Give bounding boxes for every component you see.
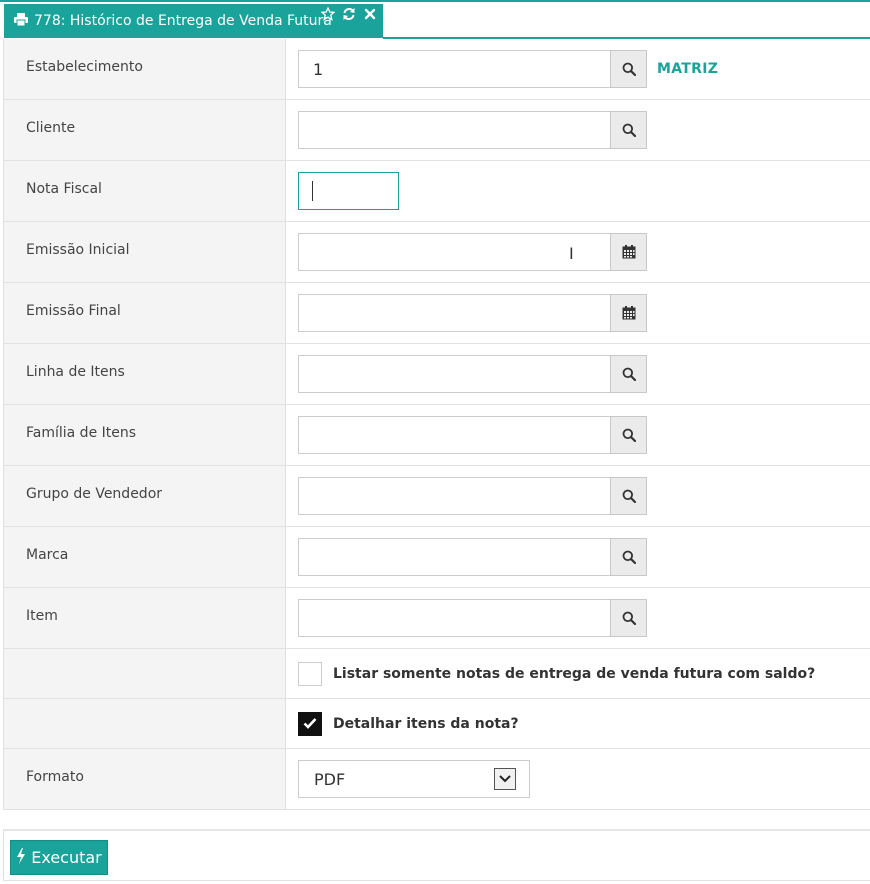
detalhar-itens-checkbox[interactable] (298, 711, 322, 736)
search-button[interactable] (610, 111, 647, 149)
row-estabelecimento: Estabelecimento 1 MATRIZ (3, 39, 870, 100)
row-linha-itens: Linha de Itens (3, 344, 870, 405)
row-detalhar-itens: Detalhar itens da nota? (3, 699, 870, 749)
grupo-vendedor-input[interactable] (298, 477, 610, 515)
top-accent-line (0, 0, 870, 2)
estabelecimento-name: MATRIZ (657, 61, 719, 77)
search-icon (622, 367, 636, 381)
printer-icon[interactable] (14, 12, 28, 30)
nota-fiscal-input[interactable] (298, 172, 399, 210)
search-icon (622, 123, 636, 137)
field-label: Linha de Itens (3, 344, 286, 404)
cliente-input[interactable] (298, 111, 610, 149)
row-emissao-inicial: Emissão Inicial I (3, 222, 870, 283)
field-label: Emissão Final (3, 283, 286, 343)
calendar-icon (622, 306, 636, 320)
somente-saldo-checkbox[interactable] (298, 661, 322, 686)
row-emissao-final: Emissão Final (3, 283, 870, 344)
row-grupo-vendedor: Grupo de Vendedor (3, 466, 870, 527)
row-somente-saldo: Listar somente notas de entrega de venda… (3, 649, 870, 699)
formato-select[interactable]: PDF (298, 760, 530, 798)
search-icon (622, 489, 636, 503)
detalhar-itens-label[interactable]: Detalhar itens da nota? (333, 716, 519, 732)
field-label: Estabelecimento (3, 39, 286, 99)
row-nota-fiscal: Nota Fiscal (3, 161, 870, 222)
refresh-icon[interactable] (341, 6, 356, 22)
row-formato: Formato PDF (3, 749, 870, 810)
empty-label (3, 649, 286, 698)
row-cliente: Cliente (3, 100, 870, 161)
text-caret (312, 181, 313, 201)
formato-selected-value: PDF (314, 769, 346, 789)
item-input[interactable] (298, 599, 610, 637)
window-tab: 778: Histórico de Entrega de Venda Futur… (4, 4, 383, 38)
marca-input[interactable] (298, 538, 610, 576)
chevron-down-icon (494, 768, 516, 790)
executar-label: Executar (31, 848, 102, 867)
estabelecimento-input[interactable]: 1 (298, 50, 610, 88)
action-footer: Executar (3, 829, 870, 881)
executar-button[interactable]: Executar (10, 840, 108, 875)
field-label: Emissão Inicial (3, 222, 286, 282)
emissao-final-input[interactable] (298, 294, 610, 332)
search-button[interactable] (610, 50, 647, 88)
calendar-button[interactable] (610, 294, 647, 332)
search-button[interactable] (610, 416, 647, 454)
emissao-inicial-input[interactable] (298, 233, 610, 271)
tab-title: 778: Histórico de Entrega de Venda Futur… (34, 13, 332, 29)
search-button[interactable] (610, 355, 647, 393)
field-label: Grupo de Vendedor (3, 466, 286, 526)
linha-itens-input[interactable] (298, 355, 610, 393)
field-label: Nota Fiscal (3, 161, 286, 221)
search-icon (622, 62, 636, 76)
row-item: Item (3, 588, 870, 649)
search-button[interactable] (610, 477, 647, 515)
search-icon (622, 611, 636, 625)
close-icon[interactable] (362, 6, 377, 22)
mouse-cursor-icon: I (569, 244, 574, 263)
lightning-icon (16, 847, 26, 868)
filter-form: Estabelecimento 1 MATRIZ Cliente Nota Fi… (3, 39, 870, 810)
search-button[interactable] (610, 599, 647, 637)
row-marca: Marca (3, 527, 870, 588)
checkmark-icon (303, 714, 317, 733)
somente-saldo-label[interactable]: Listar somente notas de entrega de venda… (333, 666, 815, 682)
empty-label (3, 699, 286, 748)
calendar-icon (622, 245, 636, 259)
field-label: Item (3, 588, 286, 648)
search-button[interactable] (610, 538, 647, 576)
search-icon (622, 428, 636, 442)
familia-itens-input[interactable] (298, 416, 610, 454)
field-label: Família de Itens (3, 405, 286, 465)
field-label: Cliente (3, 100, 286, 160)
field-label: Marca (3, 527, 286, 587)
search-icon (622, 550, 636, 564)
row-familia-itens: Família de Itens (3, 405, 870, 466)
field-label: Formato (3, 749, 286, 809)
calendar-button[interactable] (610, 233, 647, 271)
star-icon[interactable] (320, 6, 335, 22)
